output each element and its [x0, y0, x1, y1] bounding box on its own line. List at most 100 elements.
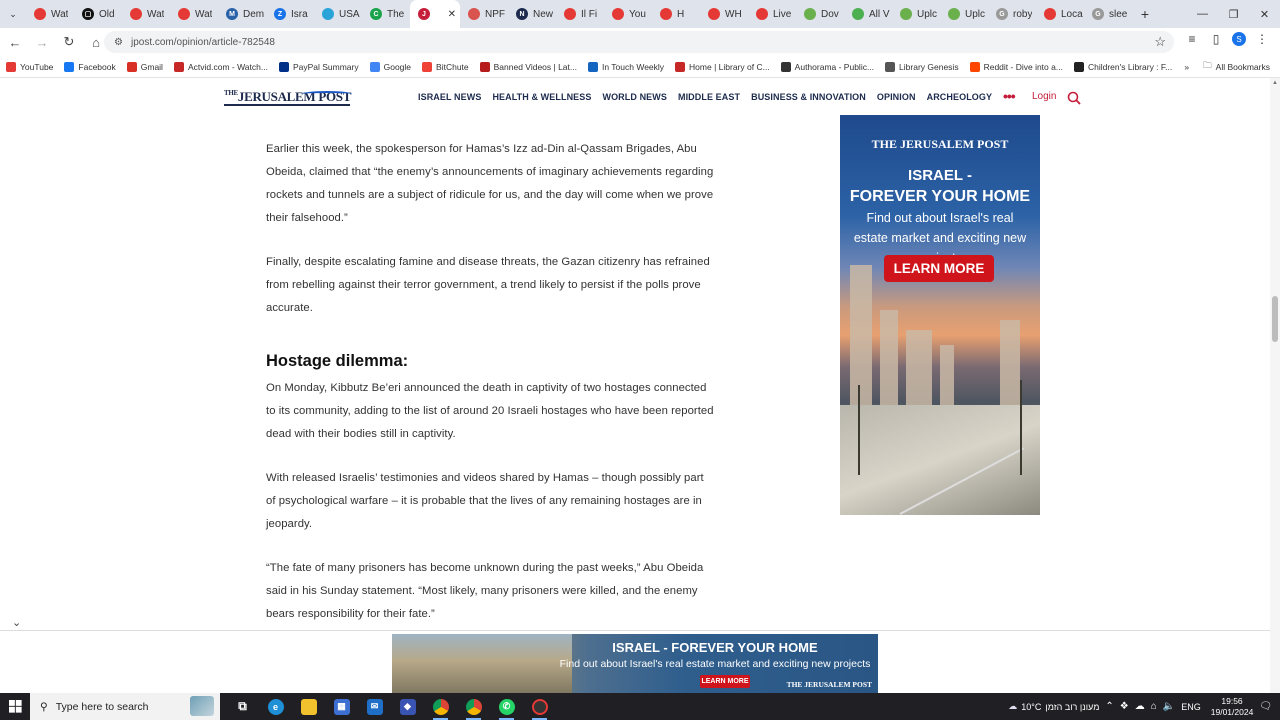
- browser-tab[interactable]: Wat: [122, 0, 170, 28]
- browser-tab[interactable]: Il Fi: [556, 0, 604, 28]
- restore-icon[interactable]: ❐: [1218, 0, 1249, 28]
- language-indicator[interactable]: ENG: [1181, 702, 1201, 712]
- browser-tab[interactable]: Gslee: [1084, 0, 1132, 28]
- tab-title: Uplc: [917, 8, 938, 20]
- article-body: Earlier this week, the spokesperson for …: [266, 138, 716, 647]
- minimize-icon[interactable]: —: [1187, 0, 1218, 28]
- browser-tab[interactable]: H: [652, 0, 700, 28]
- tab-title: You: [629, 8, 646, 20]
- file-explorer-icon[interactable]: [292, 693, 325, 720]
- bookmark-item[interactable]: Gmail: [126, 61, 163, 72]
- reload-icon[interactable]: ↻: [57, 30, 81, 54]
- browser-tab[interactable]: Uplc: [892, 0, 940, 28]
- scroll-up-icon[interactable]: ▲: [1272, 80, 1278, 86]
- side-advertisement[interactable]: THE JERUSALEM POST ISRAEL - FOREVER YOUR…: [840, 115, 1040, 515]
- bookmark-item[interactable]: Facebook: [64, 61, 116, 72]
- browser-tab[interactable]: All V: [844, 0, 892, 28]
- task-view-icon[interactable]: ⧉: [226, 693, 259, 720]
- vpn-icon[interactable]: ◆: [391, 693, 424, 720]
- browser-tab[interactable]: USA: [314, 0, 362, 28]
- profile-avatar[interactable]: S: [1232, 32, 1246, 46]
- nav-item[interactable]: ISRAEL NEWS: [418, 92, 481, 102]
- bookmark-item[interactable]: Banned Videos | Lat...: [479, 61, 577, 72]
- bottom-ad-learn-more-button[interactable]: LEARN MORE: [700, 675, 750, 688]
- tab-favicon-icon: [178, 8, 190, 20]
- browser-tab[interactable]: Groby: [988, 0, 1036, 28]
- page-scrollbar[interactable]: ▲: [1270, 78, 1280, 693]
- browser-tab[interactable]: Loca: [1036, 0, 1084, 28]
- bookmark-item[interactable]: Actvid.com - Watch...: [173, 61, 268, 72]
- more-menu-icon[interactable]: •••: [1003, 88, 1016, 104]
- bottom-advertisement[interactable]: ISRAEL - FOREVER YOUR HOME Find out abou…: [392, 634, 878, 693]
- start-button[interactable]: [0, 693, 30, 720]
- browser-tab[interactable]: NPF: [460, 0, 508, 28]
- bookmark-item[interactable]: In Touch Weekly: [587, 61, 664, 72]
- browser-tab[interactable]: WH: [700, 0, 748, 28]
- store-icon[interactable]: ▦: [325, 693, 358, 720]
- back-icon[interactable]: ←: [3, 30, 27, 54]
- weather-widget[interactable]: ☁ 10°C מעונן רוב הזמן: [1008, 701, 1099, 712]
- bookmark-item[interactable]: Reddit - Dive into a...: [969, 61, 1063, 72]
- close-tab-icon[interactable]: ✕: [448, 9, 456, 20]
- address-bar[interactable]: ⚙ jpost.com/opinion/article-782548 ☆: [104, 31, 1174, 53]
- nav-item[interactable]: OPINION: [877, 92, 916, 102]
- chrome-profile-icon[interactable]: [457, 693, 490, 720]
- notifications-icon[interactable]: 🗨: [1259, 701, 1272, 712]
- cloud-sync-icon[interactable]: ☁: [1135, 701, 1145, 712]
- bookmark-item[interactable]: PayPal Summary: [278, 61, 359, 72]
- browser-tab[interactable]: J ✕: [410, 0, 460, 28]
- browser-tab[interactable]: M Dem: [218, 0, 266, 28]
- chrome-icon[interactable]: [424, 693, 457, 720]
- recorder-icon[interactable]: [523, 693, 556, 720]
- browser-tab[interactable]: N New: [508, 0, 556, 28]
- taskbar-search[interactable]: ⚲ Type here to search: [30, 693, 220, 720]
- tab-favicon-icon: [322, 8, 334, 20]
- nav-item[interactable]: ARCHEOLOGY: [927, 92, 993, 102]
- mail-icon[interactable]: ✉: [358, 693, 391, 720]
- search-icon[interactable]: [1067, 91, 1081, 105]
- bookmark-favicon-icon: [126, 61, 137, 72]
- login-link[interactable]: Login: [1032, 91, 1056, 102]
- nav-item[interactable]: BUSINESS & INNOVATION: [751, 92, 866, 102]
- bookmark-item[interactable]: YouTube: [6, 61, 53, 72]
- scrollbar-thumb[interactable]: [1272, 296, 1278, 342]
- chevron-up-icon[interactable]: ⌃: [1105, 701, 1113, 712]
- browser-tab[interactable]: Uplc: [940, 0, 988, 28]
- browser-tab[interactable]: C The: [362, 0, 410, 28]
- volume-icon[interactable]: 🔈: [1163, 701, 1175, 712]
- close-window-icon[interactable]: ✕: [1249, 0, 1280, 28]
- bookmark-item[interactable]: Library Genesis: [885, 61, 959, 72]
- bookmark-star-icon[interactable]: ☆: [1154, 34, 1166, 50]
- site-info-icon[interactable]: ⚙: [114, 37, 123, 48]
- browser-tab[interactable]: ▢ Old: [74, 0, 122, 28]
- browser-tab[interactable]: Wat: [170, 0, 218, 28]
- bookmark-item[interactable]: BitChute: [422, 61, 469, 72]
- new-tab-button[interactable]: +: [1132, 6, 1158, 22]
- nav-item[interactable]: HEALTH & WELLNESS: [492, 92, 591, 102]
- bookmark-item[interactable]: Children's Library : F...: [1073, 61, 1172, 72]
- edge-icon[interactable]: e: [259, 693, 292, 720]
- dropbox-icon[interactable]: ❖: [1120, 701, 1129, 712]
- nav-item[interactable]: WORLD NEWS: [602, 92, 667, 102]
- browser-tab[interactable]: You: [604, 0, 652, 28]
- collapse-ad-chevron-icon[interactable]: ⌄: [12, 616, 21, 629]
- nav-item[interactable]: MIDDLE EAST: [678, 92, 740, 102]
- system-clock[interactable]: 19:56 19/01/2024: [1211, 696, 1254, 718]
- bookmarks-overflow-icon[interactable]: »: [1184, 62, 1189, 72]
- bookmark-item[interactable]: Google: [369, 61, 411, 72]
- browser-tab[interactable]: Z Isra: [266, 0, 314, 28]
- browser-tab[interactable]: Wat: [26, 0, 74, 28]
- browser-tab[interactable]: Dov: [796, 0, 844, 28]
- ad-learn-more-button[interactable]: LEARN MORE: [884, 255, 994, 282]
- reading-list-icon[interactable]: ≡: [1184, 32, 1200, 46]
- browser-tab[interactable]: Live: [748, 0, 796, 28]
- bookmark-item[interactable]: Home | Library of C...: [675, 61, 770, 72]
- all-bookmarks-button[interactable]: 🗀 All Bookmarks: [1203, 60, 1270, 74]
- side-panel-icon[interactable]: ▯: [1208, 32, 1224, 46]
- tab-search-chevron-icon[interactable]: ⌄: [0, 0, 26, 28]
- network-icon[interactable]: ⌂: [1151, 701, 1157, 712]
- forward-icon[interactable]: →: [30, 30, 54, 54]
- browser-menu-icon[interactable]: ⋮: [1254, 32, 1270, 46]
- whatsapp-icon[interactable]: ✆: [490, 693, 523, 720]
- bookmark-item[interactable]: Authorama - Public...: [780, 61, 874, 72]
